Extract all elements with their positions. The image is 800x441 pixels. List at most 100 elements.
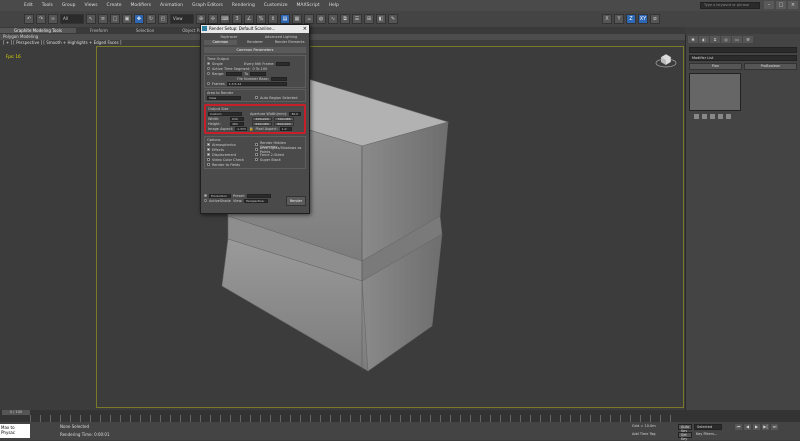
display-tab-icon[interactable]: ▭: [732, 36, 742, 43]
image-aspect-field[interactable]: 1.333: [235, 126, 248, 131]
schematic-icon[interactable]: ⧉: [340, 14, 350, 24]
option-checkbox[interactable]: [255, 153, 258, 156]
option-checkbox[interactable]: [207, 158, 210, 161]
preset-dropdown[interactable]: [247, 193, 272, 198]
file-number-base-field[interactable]: [270, 76, 287, 81]
track-bar[interactable]: [30, 415, 680, 422]
every-nth-field[interactable]: [276, 61, 291, 66]
manipulate-icon[interactable]: ✢: [208, 14, 218, 24]
perspective-viewport[interactable]: Fps: 16: [0, 46, 685, 410]
named-selection-icon[interactable]: ✎: [388, 14, 398, 24]
res-640x480-button[interactable]: 640x480: [252, 121, 272, 126]
axis-z-icon[interactable]: Z: [626, 14, 636, 24]
production-dropdown[interactable]: Production: [209, 193, 231, 198]
curve-editor-icon[interactable]: ∿: [328, 14, 338, 24]
next-frame-icon[interactable]: ▶|: [762, 424, 769, 430]
go-to-end-icon[interactable]: ⏭: [771, 424, 778, 430]
tab-common[interactable]: Common: [204, 40, 237, 45]
single-radio[interactable]: [207, 62, 210, 65]
add-time-tag[interactable]: Add Time Tag: [630, 432, 664, 438]
rect-select-icon[interactable]: □: [110, 14, 120, 24]
configure-modifier-sets-icon[interactable]: [726, 114, 731, 119]
object-name-field[interactable]: [689, 47, 797, 53]
menu-item[interactable]: Animation: [160, 3, 183, 8]
pixel-aspect-field[interactable]: 1.0: [279, 126, 292, 131]
percent-snap-icon[interactable]: %: [256, 14, 266, 24]
modifier-stack-list[interactable]: [689, 73, 741, 111]
motion-tab-icon[interactable]: ◎: [721, 36, 731, 43]
select-by-name-icon[interactable]: ≡: [98, 14, 108, 24]
rotate-icon[interactable]: ↻: [146, 14, 156, 24]
prev-frame-icon[interactable]: ◀: [744, 424, 751, 430]
frames-field[interactable]: 1,3,5-12: [226, 81, 287, 86]
viewport-label[interactable]: [ + ] [ Perspective ] [ Smooth + Highlig…: [3, 40, 121, 45]
close-icon[interactable]: ×: [788, 1, 798, 9]
menu-item[interactable]: Rendering: [232, 3, 255, 8]
plane-icon[interactable]: ⧄: [650, 14, 660, 24]
ribbon-tab[interactable]: Selection: [122, 28, 168, 33]
maximize-icon[interactable]: □: [776, 1, 786, 9]
material-editor-icon[interactable]: ◍: [316, 14, 326, 24]
selection-filter-dropdown[interactable]: All: [60, 14, 84, 24]
remove-modifier-icon[interactable]: [718, 114, 723, 119]
axis-x-icon[interactable]: X: [602, 14, 612, 24]
option-checkbox[interactable]: [207, 163, 210, 166]
aperture-field[interactable]: 36.0: [289, 111, 302, 116]
range-radio[interactable]: [207, 72, 210, 75]
rendered-frame-icon[interactable]: ▦: [292, 14, 302, 24]
proboolean-button[interactable]: ProBoolean: [744, 63, 797, 70]
axis-xy-icon[interactable]: XY: [638, 14, 648, 24]
tab-render-elements[interactable]: Render Elements: [273, 40, 306, 45]
lock-aspect-icon[interactable]: 🔒: [249, 127, 253, 131]
pivot-icon[interactable]: ⊕: [196, 14, 206, 24]
key-filters-button[interactable]: Key Filters...: [694, 432, 722, 438]
redo-icon[interactable]: ↷: [36, 14, 46, 24]
make-unique-icon[interactable]: [710, 114, 715, 119]
range-start-field[interactable]: [226, 71, 243, 76]
select-object-icon[interactable]: ↖: [86, 14, 96, 24]
auto-region-checkbox[interactable]: [255, 96, 258, 99]
close-icon[interactable]: ×: [303, 25, 307, 33]
dialog-title-bar[interactable]: Render Setup: Default Scanline... ×: [201, 25, 309, 33]
align-icon[interactable]: ⊞: [364, 14, 374, 24]
menu-item[interactable]: Create: [107, 3, 122, 8]
option-checkbox[interactable]: [255, 148, 258, 151]
output-size-preset-dropdown[interactable]: Custom: [208, 111, 242, 116]
keyboard-shortcut-icon[interactable]: ⌨: [220, 14, 230, 24]
menu-item[interactable]: Views: [85, 3, 98, 8]
menu-item[interactable]: MAXScript: [297, 3, 320, 8]
menu-item[interactable]: Group: [62, 3, 76, 8]
view-dropdown[interactable]: Perspective: [244, 198, 269, 203]
minimize-icon[interactable]: –: [764, 1, 774, 9]
spinner-snap-icon[interactable]: ⇕: [268, 14, 278, 24]
frames-radio[interactable]: [207, 82, 210, 85]
menu-item[interactable]: Modifiers: [131, 3, 152, 8]
area-to-render-dropdown[interactable]: View: [207, 95, 241, 100]
menu-item[interactable]: Edit: [24, 3, 33, 8]
axis-y-icon[interactable]: Y: [614, 14, 624, 24]
link-icon[interactable]: ∞: [48, 14, 58, 24]
scene-model[interactable]: [0, 46, 685, 410]
show-end-result-icon[interactable]: [702, 114, 707, 119]
active-segment-radio[interactable]: [207, 67, 210, 70]
render-button[interactable]: Render: [286, 196, 306, 206]
go-to-start-icon[interactable]: ⏮: [735, 424, 742, 430]
scale-icon[interactable]: ◰: [158, 14, 168, 24]
pin-stack-icon[interactable]: [694, 114, 699, 119]
menu-item[interactable]: Customize: [264, 3, 288, 8]
time-slider[interactable]: 0 / 100: [2, 410, 30, 415]
option-checkbox[interactable]: [207, 148, 210, 151]
maxscript-listener[interactable]: Max to Physac: [0, 424, 30, 438]
ribbon-tab[interactable]: Graphite Modeling Tools: [0, 28, 77, 33]
modifier-list-dropdown[interactable]: Modifier List: [689, 55, 797, 61]
option-checkbox[interactable]: [207, 143, 210, 146]
key-selection-dropdown[interactable]: Selected: [694, 424, 722, 430]
option-checkbox[interactable]: [207, 153, 210, 156]
tab-renderer[interactable]: Renderer: [239, 40, 272, 45]
height-field[interactable]: 480: [230, 121, 244, 126]
production-radio[interactable]: [204, 194, 207, 197]
option-checkbox[interactable]: [255, 143, 258, 146]
window-crossing-icon[interactable]: ▣: [122, 14, 132, 24]
render-production-icon[interactable]: ☕: [304, 14, 314, 24]
play-icon[interactable]: ▶: [753, 424, 760, 430]
